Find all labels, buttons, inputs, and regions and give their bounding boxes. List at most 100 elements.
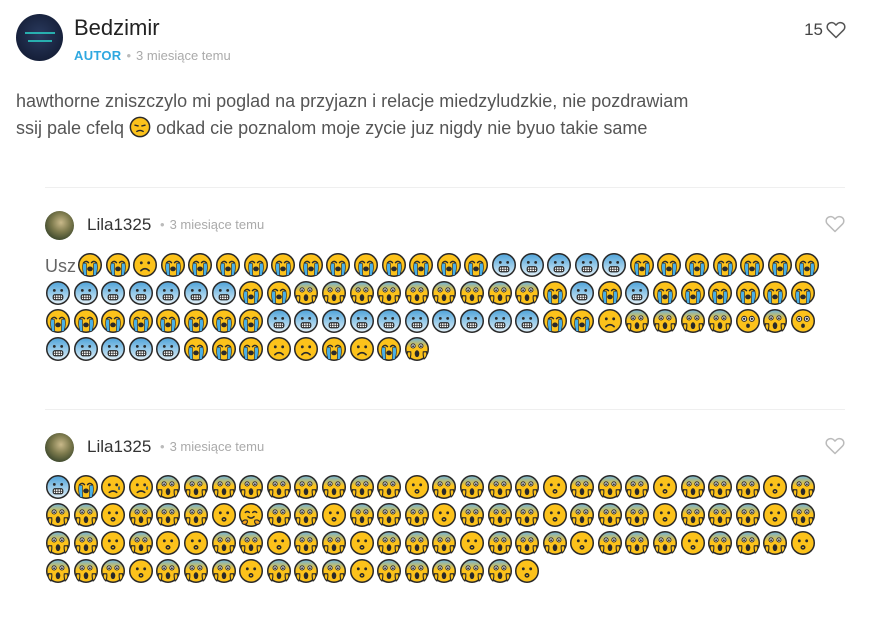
screaming-face-icon bbox=[155, 558, 183, 586]
hushed-face-icon bbox=[652, 502, 680, 530]
crying-face-icon bbox=[238, 308, 266, 336]
crying-face-icon bbox=[794, 252, 822, 280]
hushed-face-icon bbox=[569, 530, 597, 558]
crying-face-icon bbox=[735, 280, 763, 308]
screaming-face-icon bbox=[211, 530, 239, 558]
hushed-face-icon bbox=[762, 474, 790, 502]
screaming-face-icon bbox=[321, 280, 349, 308]
screaming-face-icon bbox=[487, 530, 515, 558]
comment-line: hawthorne zniszczylo mi poglad na przyja… bbox=[16, 91, 689, 111]
crying-face-icon bbox=[353, 252, 381, 280]
crying-face-icon bbox=[597, 280, 625, 308]
screaming-face-icon bbox=[487, 502, 515, 530]
screaming-face-icon bbox=[293, 502, 321, 530]
crying-face-icon bbox=[408, 252, 436, 280]
screaming-face-icon bbox=[514, 530, 542, 558]
crying-face-icon bbox=[160, 252, 188, 280]
frowning-face-icon bbox=[349, 336, 377, 364]
crying-face-icon bbox=[707, 280, 735, 308]
screaming-face-icon bbox=[624, 502, 652, 530]
crying-face-icon bbox=[542, 280, 570, 308]
screaming-face-icon bbox=[183, 474, 211, 502]
screaming-face-icon bbox=[238, 474, 266, 502]
screaming-face-icon bbox=[266, 474, 294, 502]
screaming-face-icon bbox=[459, 280, 487, 308]
fearful-face-icon bbox=[569, 280, 597, 308]
fearful-face-icon bbox=[73, 336, 101, 364]
author-name[interactable]: Lila1325 bbox=[87, 435, 151, 459]
comment-text-fragment: Usz bbox=[45, 256, 76, 276]
hushed-face-icon bbox=[155, 530, 183, 558]
screaming-face-icon bbox=[349, 280, 377, 308]
screaming-face-icon bbox=[542, 530, 570, 558]
avatar[interactable] bbox=[45, 211, 74, 240]
astonished-face-icon bbox=[735, 308, 763, 336]
screaming-face-icon bbox=[487, 474, 515, 502]
screaming-face-icon bbox=[266, 502, 294, 530]
screaming-face-icon bbox=[238, 530, 266, 558]
screaming-face-icon bbox=[128, 530, 156, 558]
screaming-face-icon bbox=[762, 530, 790, 558]
fearful-face-icon bbox=[183, 280, 211, 308]
fearful-face-icon bbox=[487, 308, 515, 336]
screaming-face-icon bbox=[45, 558, 73, 586]
crying-face-icon bbox=[105, 252, 133, 280]
avatar[interactable] bbox=[16, 14, 63, 61]
crying-face-icon bbox=[712, 252, 740, 280]
screaming-face-icon bbox=[349, 502, 377, 530]
screaming-face-icon bbox=[680, 308, 708, 336]
author-name[interactable]: Bedzimir bbox=[74, 14, 160, 42]
screaming-face-icon bbox=[431, 558, 459, 586]
timestamp: 3 miesiące temu bbox=[169, 439, 265, 454]
fearful-face-icon bbox=[73, 280, 101, 308]
screaming-face-icon bbox=[597, 474, 625, 502]
crying-face-icon bbox=[680, 280, 708, 308]
author-name[interactable]: Lila1325 bbox=[87, 213, 151, 237]
hushed-face-icon bbox=[542, 474, 570, 502]
screaming-face-icon bbox=[680, 502, 708, 530]
hushed-face-icon bbox=[762, 502, 790, 530]
fearful-face-icon bbox=[491, 252, 519, 280]
meta-separator: • bbox=[160, 217, 165, 232]
hushed-face-icon bbox=[266, 530, 294, 558]
hushed-face-icon bbox=[459, 530, 487, 558]
crying-face-icon bbox=[77, 252, 105, 280]
hushed-face-icon bbox=[128, 558, 156, 586]
crying-face-icon bbox=[790, 280, 818, 308]
screaming-face-icon bbox=[569, 502, 597, 530]
crying-face-icon bbox=[183, 336, 211, 364]
heart-icon[interactable] bbox=[825, 215, 845, 233]
hushed-face-icon bbox=[349, 558, 377, 586]
heart-icon[interactable] bbox=[825, 437, 845, 455]
screaming-face-icon bbox=[211, 558, 239, 586]
comment-meta: AUTOR • 3 miesiące temu bbox=[74, 48, 231, 64]
fearful-face-icon bbox=[128, 336, 156, 364]
screaming-face-icon bbox=[597, 502, 625, 530]
crying-face-icon bbox=[100, 308, 128, 336]
crying-face-icon bbox=[542, 308, 570, 336]
crying-face-icon bbox=[381, 252, 409, 280]
screaming-face-icon bbox=[73, 558, 101, 586]
fearful-face-icon bbox=[155, 280, 183, 308]
fearful-face-icon bbox=[100, 280, 128, 308]
crying-face-icon bbox=[463, 252, 491, 280]
screaming-face-icon bbox=[487, 280, 515, 308]
comment-meta: • 3 miesiące temu bbox=[160, 439, 264, 455]
crying-face-icon bbox=[270, 252, 298, 280]
like-button[interactable]: 15 bbox=[804, 20, 846, 40]
screaming-face-icon bbox=[514, 280, 542, 308]
screaming-face-icon bbox=[404, 280, 432, 308]
screaming-face-icon bbox=[321, 558, 349, 586]
like-count: 15 bbox=[804, 20, 823, 39]
screaming-face-icon bbox=[707, 530, 735, 558]
comment-text bbox=[45, 474, 845, 586]
screaming-face-icon bbox=[735, 502, 763, 530]
screaming-face-icon bbox=[735, 530, 763, 558]
hushed-face-icon bbox=[514, 558, 542, 586]
fearful-face-icon bbox=[128, 280, 156, 308]
fearful-face-icon bbox=[211, 280, 239, 308]
fearful-face-icon bbox=[459, 308, 487, 336]
screaming-face-icon bbox=[293, 474, 321, 502]
avatar[interactable] bbox=[45, 433, 74, 462]
fearful-face-icon bbox=[100, 336, 128, 364]
